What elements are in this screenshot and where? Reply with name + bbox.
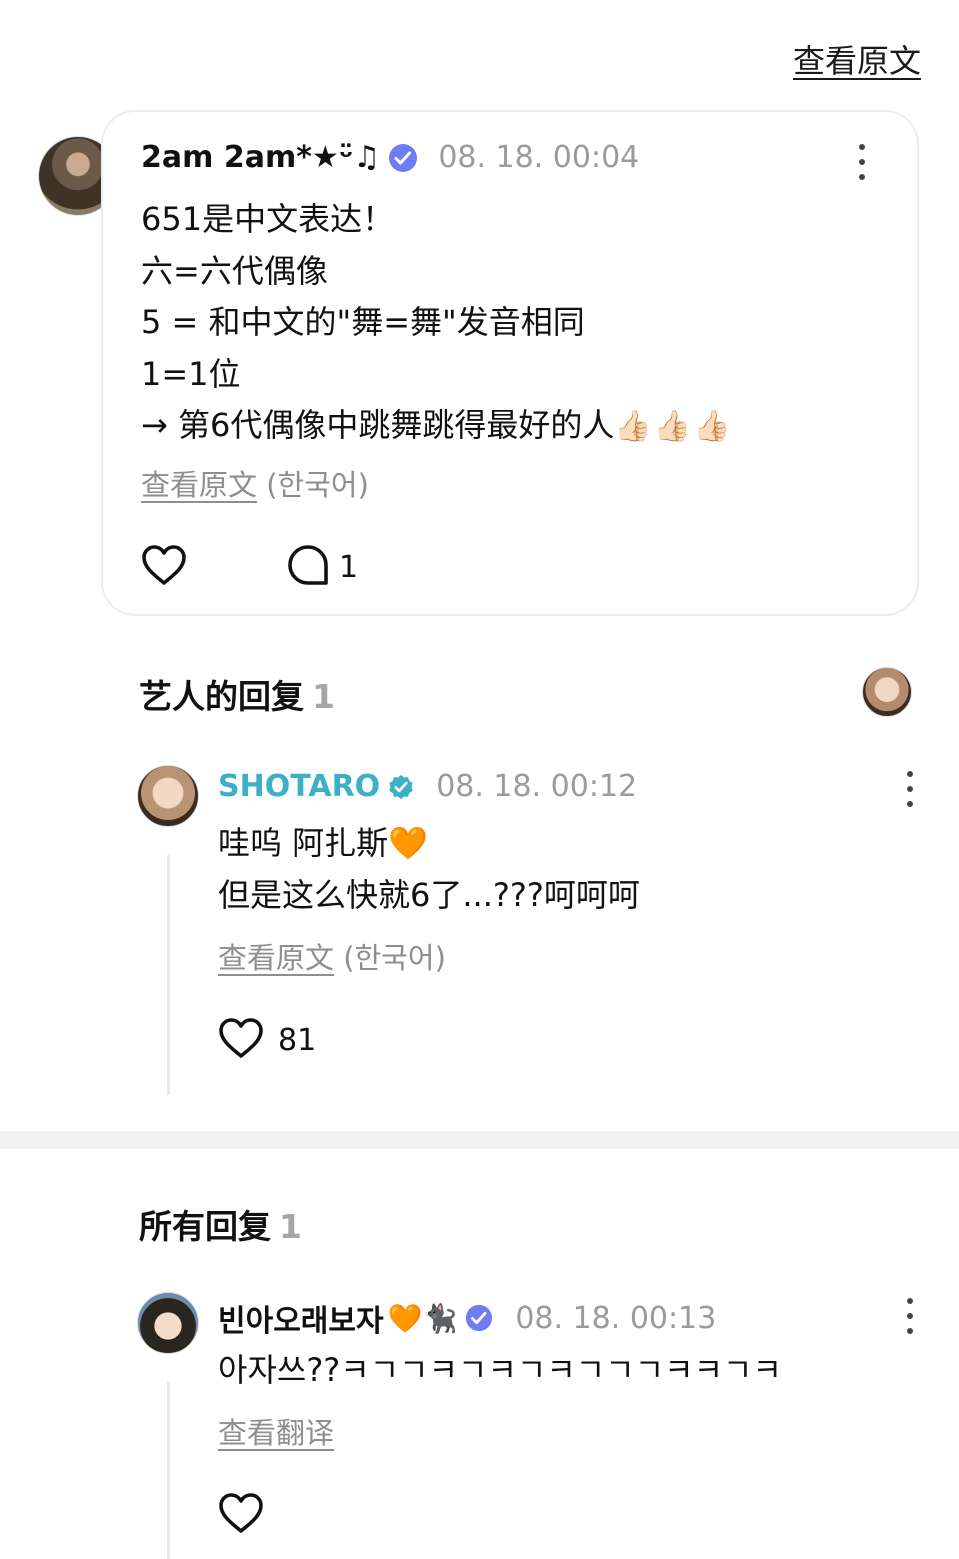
verified-badge-icon: [388, 143, 418, 173]
post-header: 2am 2am*★ᵕ̈♫ 08. 18. 00:04: [141, 140, 639, 175]
post-translate-row: 查看原文 (한국어): [141, 462, 369, 504]
reply-author-name[interactable]: SHOTARO: [218, 769, 380, 804]
artist-replies-label: 艺人的回复: [139, 677, 304, 716]
post-line: 1=1位: [141, 354, 241, 393]
post-line-text: → 第6代偶像中跳舞跳得最好的人: [141, 406, 615, 444]
artist-replies-title: 艺人的回复 1: [139, 670, 335, 718]
post-line: 六=六代偶像: [141, 251, 328, 290]
reply-translate-row: 查看原文 (한국어): [218, 935, 446, 977]
post-card: 2am 2am*★ᵕ̈♫ 08. 18. 00:04 651是中文表达！ 六=六…: [101, 110, 919, 616]
artist-avatar-small[interactable]: [862, 667, 912, 717]
post-line: 5 = 和中文的"舞=舞"发音相同: [141, 303, 585, 341]
reply-view-original-link[interactable]: 查看原文: [218, 941, 334, 975]
reply-author-avatar[interactable]: [137, 765, 199, 827]
all-replies-count: 1: [279, 1207, 302, 1246]
reply-view-translation-link[interactable]: 查看翻译: [218, 1416, 334, 1450]
artist-reply: SHOTARO 08. 18. 00:12 哇呜 阿扎斯🧡 但是这么快就6了..…: [137, 765, 927, 1105]
post-line: → 第6代偶像中跳舞跳得最好的人👍🏻👍🏻👍🏻: [141, 400, 732, 453]
comment-icon[interactable]: [287, 544, 329, 590]
artist-verified-badge-icon: [388, 774, 414, 800]
post-line: 651是中文表达！: [141, 200, 395, 238]
reply-more-options-icon[interactable]: [905, 1298, 915, 1334]
reply-line: 但是这么快就6了...???呵呵呵: [218, 876, 640, 914]
artist-replies-count: 1: [312, 677, 335, 716]
post-more-options-icon[interactable]: [857, 144, 867, 180]
user-reply: 빈아오래보자 🧡🐈‍⬛ 08. 18. 00:13 아자쓰??ㅋㄱㄱㅋㄱㅋㄱㅋㄱ…: [137, 1292, 927, 1559]
reply-line: 아자쓰??ㅋㄱㄱㅋㄱㅋㄱㅋㄱㄱㄱㅋㅋㄱㅋ: [218, 1351, 782, 1389]
heart-icon[interactable]: [141, 544, 187, 590]
post-view-original-link[interactable]: 查看原文: [141, 468, 257, 502]
orange-heart-emoji: 🧡: [388, 824, 429, 862]
reply-author-avatar[interactable]: [137, 1292, 199, 1354]
post-body: 651是中文表达！ 六=六代偶像 5 = 和中文的"舞=舞"发音相同 1=1位 …: [141, 194, 732, 453]
reply-author-name[interactable]: 빈아오래보자: [218, 1296, 384, 1340]
author-emoji: 🧡🐈‍⬛: [387, 1301, 458, 1335]
all-replies-title: 所有回复 1: [139, 1200, 302, 1248]
all-replies-label: 所有回复: [139, 1207, 271, 1246]
reply-original-language: (한국어): [343, 941, 446, 975]
thread-line: [167, 855, 170, 1095]
comment-count: 1: [339, 549, 359, 585]
section-divider: [0, 1131, 959, 1149]
like-count: 81: [278, 1022, 317, 1058]
reply-body: 哇呜 阿扎斯🧡 但是这么快就6了...???呵呵呵: [218, 817, 640, 921]
reply-line-text: 哇呜 阿扎斯: [218, 824, 389, 862]
view-original-link[interactable]: 查看原文: [793, 36, 921, 82]
thumbs-up-emoji: 👍🏻👍🏻👍🏻: [614, 409, 733, 444]
reply-actions: [218, 1492, 264, 1538]
reply-translate-row: 查看翻译: [218, 1410, 334, 1452]
post-original-language: (한국어): [266, 468, 369, 502]
reply-header: SHOTARO 08. 18. 00:12: [218, 769, 637, 804]
reply-line: 哇呜 阿扎斯🧡: [218, 817, 640, 869]
post-timestamp: 08. 18. 00:04: [438, 140, 640, 175]
reply-actions: 81: [218, 1017, 316, 1063]
thread-line: [167, 1382, 170, 1559]
reply-more-options-icon[interactable]: [905, 771, 915, 807]
heart-icon[interactable]: [218, 1492, 264, 1538]
heart-icon[interactable]: [218, 1017, 264, 1063]
reply-timestamp: 08. 18. 00:12: [436, 769, 638, 804]
verified-badge-icon: [465, 1304, 493, 1332]
post-author-name[interactable]: 2am 2am*★ᵕ̈♫: [141, 140, 380, 175]
reply-timestamp: 08. 18. 00:13: [515, 1300, 717, 1336]
post-actions: 1: [141, 544, 358, 590]
reply-header: 빈아오래보자 🧡🐈‍⬛ 08. 18. 00:13: [218, 1296, 716, 1340]
reply-body: 아자쓰??ㅋㄱㄱㅋㄱㅋㄱㅋㄱㄱㄱㅋㅋㄱㅋ: [218, 1344, 782, 1396]
